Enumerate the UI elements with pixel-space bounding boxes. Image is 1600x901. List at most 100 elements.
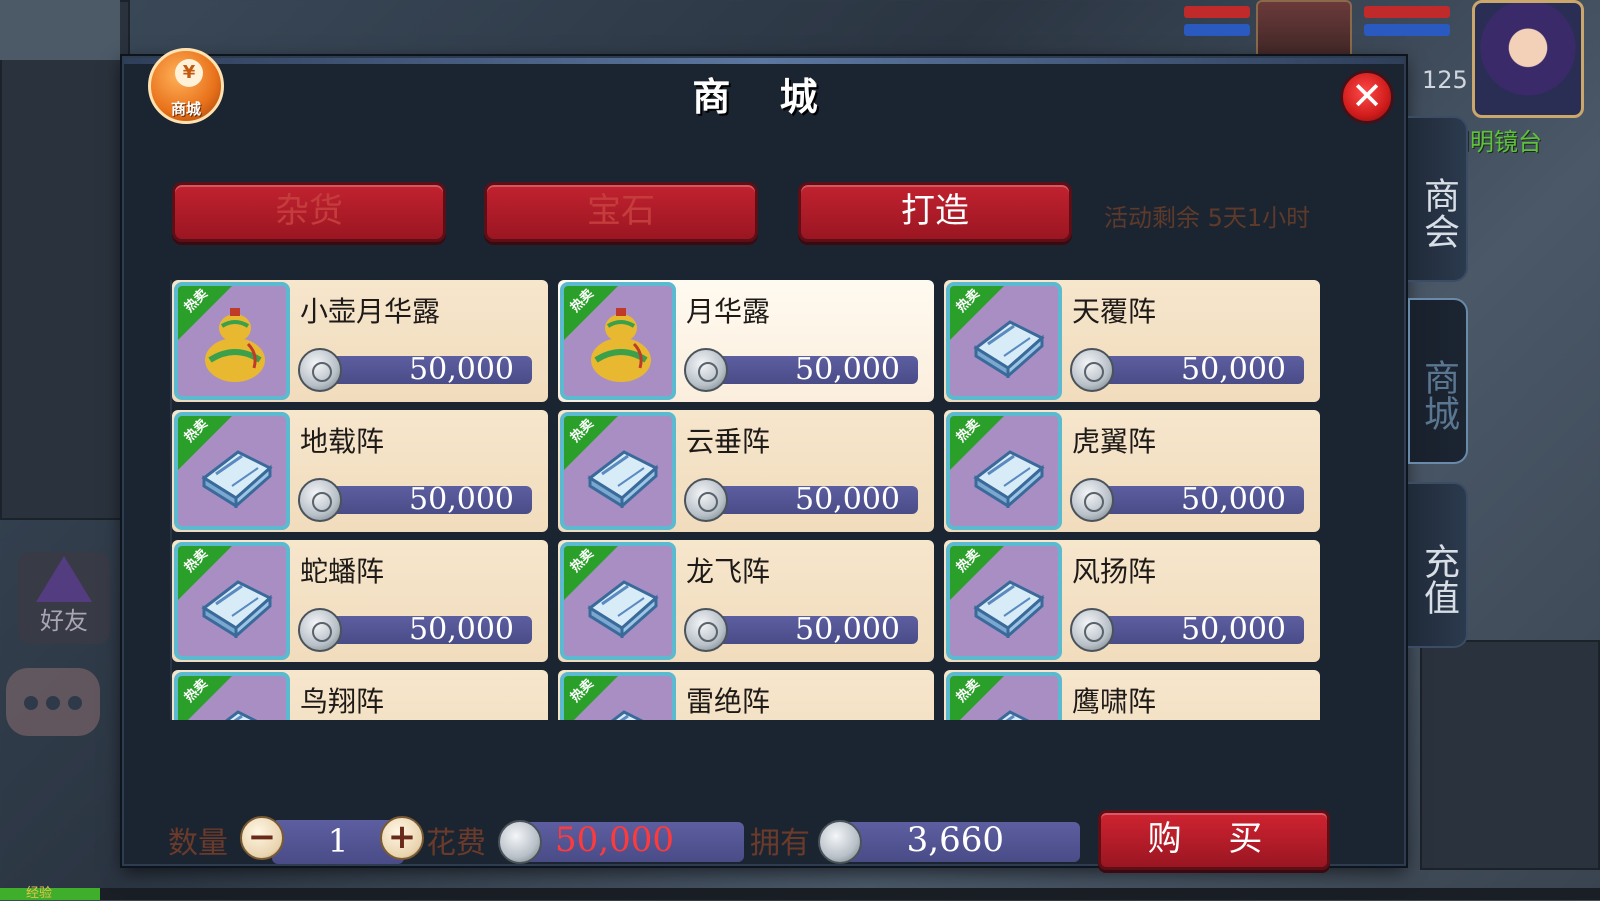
item-name: 风扬阵 bbox=[1072, 555, 1157, 588]
close-button[interactable]: ✕ bbox=[1340, 70, 1394, 124]
item-name: 蛇蟠阵 bbox=[300, 555, 385, 588]
item-price-bar: 50,000 bbox=[708, 612, 918, 647]
item-name: 地载阵 bbox=[300, 425, 385, 458]
item-price: 50,000 bbox=[409, 612, 514, 647]
buy-button[interactable]: 购 买 bbox=[1098, 810, 1330, 870]
wizard-hat-icon bbox=[36, 556, 92, 602]
item-card[interactable]: 热卖 云垂阵 50,000 bbox=[558, 410, 934, 532]
player-level: 125 bbox=[1422, 66, 1468, 94]
silver-coin-icon bbox=[684, 348, 728, 392]
chat-button[interactable] bbox=[6, 668, 100, 736]
item-price: 50,000 bbox=[1181, 482, 1286, 517]
item-icon-frame: 热卖 bbox=[174, 672, 290, 720]
item-icon-frame: 热卖 bbox=[174, 412, 290, 530]
item-card[interactable]: 热卖 龙飞阵 50,000 bbox=[558, 540, 934, 662]
shop-panel: ¥ 商城 商 城 ✕ 杂货 宝石 打造 活动剩余 5天1小时 热卖 小壶月华露 50… bbox=[122, 48, 1406, 870]
cost-display: 50,000 bbox=[514, 820, 744, 862]
tab-crafting[interactable]: 打造 bbox=[798, 182, 1072, 242]
item-price-bar: 50,000 bbox=[1094, 612, 1304, 647]
item-price: 50,000 bbox=[1181, 612, 1286, 647]
item-icon-frame: 热卖 bbox=[560, 542, 676, 660]
item-icon-frame: 热卖 bbox=[560, 672, 676, 720]
owned-display: 3,660 bbox=[836, 820, 1080, 862]
silver-coin-icon bbox=[1070, 608, 1114, 652]
decrease-quantity-button[interactable]: − bbox=[240, 816, 284, 860]
item-price-bar: 50,000 bbox=[1094, 482, 1304, 517]
item-price: 50,000 bbox=[795, 612, 900, 647]
silver-coin-icon bbox=[684, 608, 728, 652]
player-avatar[interactable] bbox=[1472, 0, 1584, 118]
item-price-bar: 50,000 bbox=[708, 352, 918, 387]
silver-coin-icon bbox=[684, 478, 728, 522]
silver-coin-icon bbox=[1070, 348, 1114, 392]
item-card[interactable]: 热卖 风扬阵 50,000 bbox=[944, 540, 1320, 662]
item-name: 鹰啸阵 bbox=[1072, 685, 1157, 718]
item-card[interactable]: 热卖 天覆阵 50,000 bbox=[944, 280, 1320, 402]
item-card[interactable]: 热卖 鹰啸阵 bbox=[944, 670, 1320, 720]
item-card[interactable]: 热卖 虎翼阵 50,000 bbox=[944, 410, 1320, 532]
tab-groceries[interactable]: 杂货 bbox=[172, 182, 446, 242]
background-building bbox=[0, 0, 130, 520]
item-icon-frame: 热卖 bbox=[946, 282, 1062, 400]
item-name: 鸟翔阵 bbox=[300, 685, 385, 718]
item-icon-frame: 热卖 bbox=[946, 542, 1062, 660]
item-name: 雷绝阵 bbox=[686, 685, 771, 718]
item-name: 天覆阵 bbox=[1072, 295, 1157, 328]
background-building bbox=[1420, 640, 1600, 870]
item-icon-frame: 热卖 bbox=[560, 412, 676, 530]
item-icon-frame: 热卖 bbox=[560, 282, 676, 400]
panel-title: 商 城 bbox=[692, 75, 836, 119]
experience-bar: 经验 bbox=[0, 886, 1600, 901]
event-timer: 活动剩余 5天1小时 bbox=[1104, 204, 1311, 232]
quantity-label: 数量 bbox=[168, 826, 228, 861]
chat-dot-icon bbox=[68, 696, 82, 710]
item-name: 小壶月华露 bbox=[300, 295, 441, 328]
silver-coin-icon bbox=[498, 820, 542, 864]
pet-hp-bar bbox=[1184, 6, 1250, 18]
side-tab-recharge[interactable]: 充值 bbox=[1408, 482, 1468, 648]
item-price: 50,000 bbox=[1181, 352, 1286, 387]
silver-coin-icon bbox=[298, 608, 342, 652]
silver-coin-icon bbox=[298, 348, 342, 392]
item-name: 龙飞阵 bbox=[686, 555, 771, 588]
item-icon-frame: 热卖 bbox=[174, 282, 290, 400]
item-price: 50,000 bbox=[795, 482, 900, 517]
item-card[interactable]: 热卖 小壶月华露 50,000 bbox=[172, 280, 548, 402]
item-price: 50,000 bbox=[409, 352, 514, 387]
friends-label: 好友 bbox=[40, 607, 88, 635]
pet-mp-bar bbox=[1184, 24, 1250, 36]
item-icon-frame: 热卖 bbox=[946, 672, 1062, 720]
item-name: 虎翼阵 bbox=[1072, 425, 1157, 458]
item-name: 月华露 bbox=[686, 295, 771, 328]
item-name: 云垂阵 bbox=[686, 425, 771, 458]
side-tab-guild-shop[interactable]: 商会 bbox=[1408, 116, 1468, 282]
item-price-bar: 50,000 bbox=[322, 482, 532, 517]
item-price: 50,000 bbox=[795, 352, 900, 387]
item-card[interactable]: 热卖 鸟翔阵 bbox=[172, 670, 548, 720]
increase-quantity-button[interactable]: + bbox=[380, 816, 424, 860]
item-card[interactable]: 热卖 雷绝阵 bbox=[558, 670, 934, 720]
chat-dot-icon bbox=[46, 696, 60, 710]
item-card[interactable]: 热卖 蛇蟠阵 50,000 bbox=[172, 540, 548, 662]
tab-gems[interactable]: 宝石 bbox=[484, 182, 758, 242]
item-grid[interactable]: 热卖 小壶月华露 50,000 热卖 月华露 50,000 热卖 天覆阵 50,000 热卖 地载阵… bbox=[170, 280, 1330, 720]
silver-coin-icon bbox=[1070, 478, 1114, 522]
chat-dot-icon bbox=[24, 696, 38, 710]
item-price: 50,000 bbox=[409, 482, 514, 517]
player-mp-bar bbox=[1364, 24, 1450, 36]
item-price-bar: 50,000 bbox=[322, 612, 532, 647]
item-icon-frame: 热卖 bbox=[946, 412, 1062, 530]
owned-label: 拥有 bbox=[750, 826, 810, 861]
background-roof bbox=[0, 0, 120, 60]
player-hp-bar bbox=[1364, 6, 1450, 18]
item-price-bar: 50,000 bbox=[708, 482, 918, 517]
item-card[interactable]: 热卖 月华露 50,000 bbox=[558, 280, 934, 402]
item-card[interactable]: 热卖 地载阵 50,000 bbox=[172, 410, 548, 532]
item-icon-frame: 热卖 bbox=[174, 542, 290, 660]
side-tab-mall[interactable]: 商城 bbox=[1408, 298, 1468, 464]
friends-button[interactable]: 好友 bbox=[18, 552, 110, 644]
cost-label: 花费 bbox=[426, 826, 486, 861]
item-price-bar: 50,000 bbox=[322, 352, 532, 387]
item-price-bar: 50,000 bbox=[1094, 352, 1304, 387]
silver-coin-icon bbox=[298, 478, 342, 522]
